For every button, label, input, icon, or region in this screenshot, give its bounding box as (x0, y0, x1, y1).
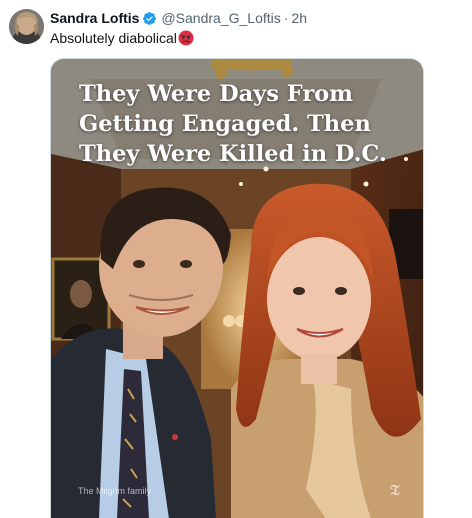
timestamp[interactable]: 2h (291, 8, 307, 28)
avatar-image (9, 9, 44, 44)
angry-face-emoji-icon (178, 30, 194, 46)
nyt-logo-icon: 𝔗 (390, 481, 400, 499)
tweet-text: Absolutely diabolical (50, 28, 194, 48)
headline: They Were Days From Getting Engaged. The… (79, 81, 387, 167)
media-image[interactable]: They Were Days From Getting Engaged. The… (50, 58, 424, 518)
tweet[interactable]: Sandra Loftis @Sandra_G_Loftis · 2h Abso… (0, 0, 472, 518)
handle[interactable]: @Sandra_G_Loftis (161, 8, 280, 28)
verified-badge-icon[interactable] (142, 11, 157, 26)
tweet-text-content: Absolutely diabolical (50, 30, 177, 46)
display-name[interactable]: Sandra Loftis (50, 8, 139, 28)
avatar[interactable] (9, 9, 44, 44)
photo-credit: The Milgrim family (78, 486, 152, 496)
separator-dot: · (283, 10, 289, 26)
tweet-header: Sandra Loftis @Sandra_G_Loftis · 2h (50, 8, 307, 28)
